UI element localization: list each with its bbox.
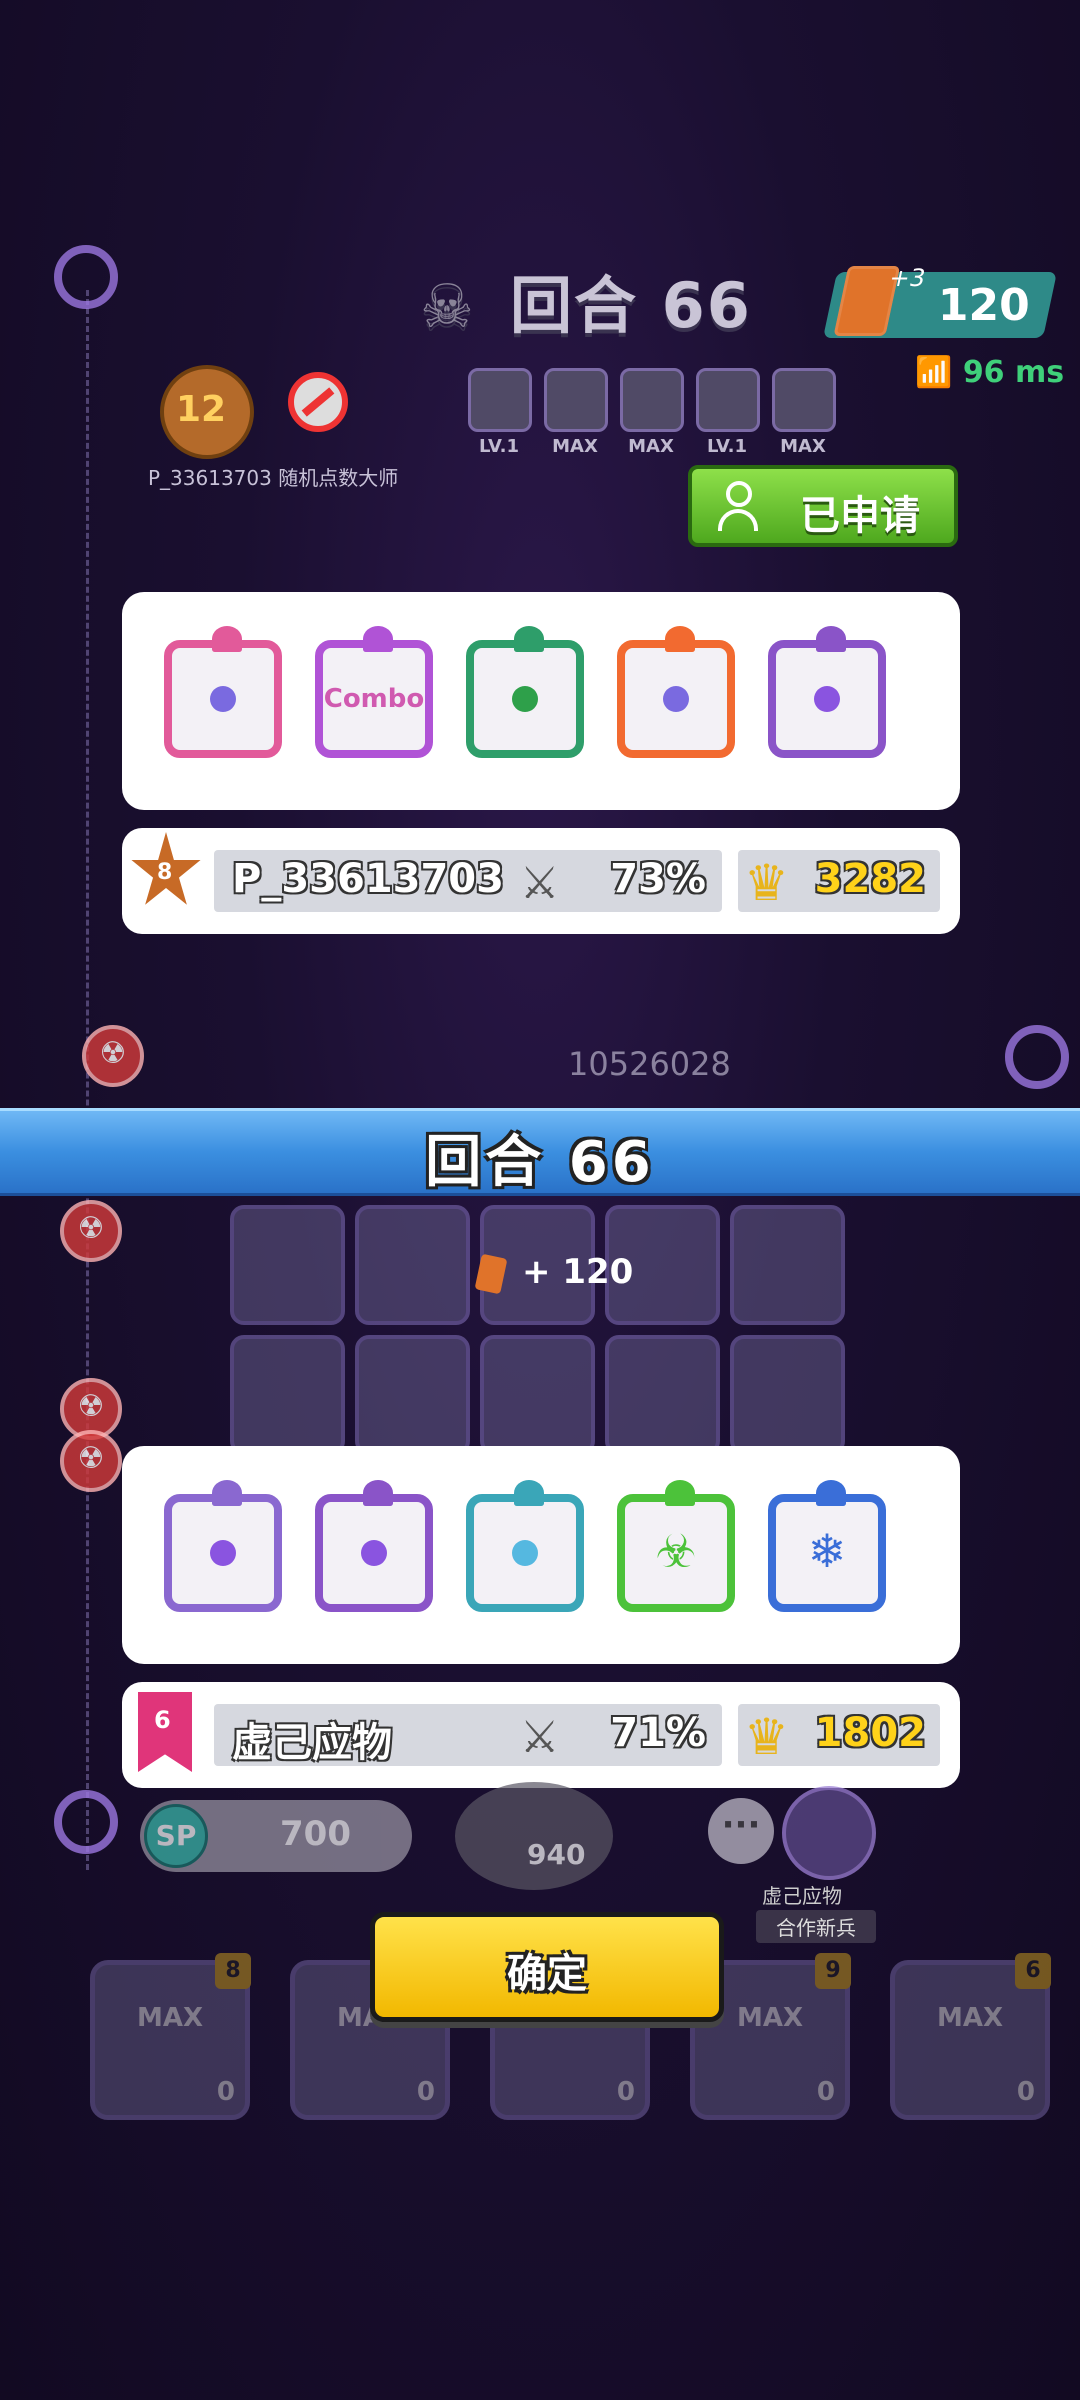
portal-icon	[54, 245, 118, 309]
purple-triangle-die	[315, 1480, 433, 1612]
coop-handshake-icon[interactable]	[782, 1786, 876, 1880]
opponent-rank-badge: 12	[160, 365, 254, 459]
slot-badge: 8	[215, 1953, 251, 1989]
friend-request-button[interactable]: 已申请	[688, 465, 958, 547]
hazard-icon: ☢	[60, 1200, 122, 1262]
combo-rainbow-die	[164, 626, 282, 758]
gold-crown-icon: ♛	[744, 1708, 789, 1766]
deck-slot[interactable]: MAX 0 8	[90, 1953, 251, 2120]
biohazard-die: ☣	[617, 1480, 735, 1612]
deck-slot[interactable]: MAX 0 6	[890, 1953, 1051, 2120]
die-pip	[814, 686, 840, 712]
opponent-info-bar: 8 P_33613703 ⚔ 73% ♛ 3282	[122, 828, 960, 934]
slot-level: MAX	[936, 2003, 1004, 2033]
card-gain: + 120	[474, 1252, 633, 1294]
gold-field: ♛ 1802	[738, 1704, 940, 1766]
wifi-icon: 📶	[915, 355, 953, 390]
more-button[interactable]: ···	[708, 1798, 774, 1864]
snowflake-die: ❄	[768, 1480, 886, 1612]
die-pip	[663, 686, 689, 712]
combo-die: Combo	[315, 626, 433, 758]
wind-swirl-die	[466, 1480, 584, 1612]
slot-count: 0	[1016, 2077, 1035, 2107]
die-crest-icon	[816, 1480, 846, 1506]
portal-icon	[54, 1790, 118, 1854]
opponent-deck-panel: Combo	[122, 592, 960, 810]
gold-field: ♛ 3282	[738, 850, 940, 912]
slot-count: 0	[416, 2077, 435, 2107]
die-pip	[512, 686, 538, 712]
ping-indicator: 📶 96 ms	[915, 355, 1065, 390]
die-crest-icon	[665, 626, 695, 652]
slot-badge: 6	[1015, 1953, 1051, 1989]
die-pip	[210, 686, 236, 712]
mini-die: LV.1	[468, 368, 532, 457]
die-crest-icon	[816, 626, 846, 652]
card-counter: +3 120	[822, 264, 1058, 338]
slot-count: 0	[616, 2077, 635, 2107]
confirm-button[interactable]: 确定	[370, 1912, 724, 2022]
portal-icon	[1005, 1025, 1069, 1089]
mini-die: MAX	[620, 368, 684, 457]
crit-field: ⚔ 73%	[512, 850, 722, 912]
boss-hp: 10526028	[568, 1045, 731, 1083]
die-crest-icon	[665, 1480, 695, 1506]
round-counter: ☠ 回合 66	[420, 269, 752, 342]
die-pip	[512, 1540, 538, 1566]
block-icon[interactable]	[288, 372, 348, 432]
die-pip	[361, 1540, 387, 1566]
hazard-icon: ☢	[60, 1430, 122, 1492]
die-pip	[210, 1540, 236, 1566]
purple-wheel-die	[164, 1480, 282, 1612]
coop-name: 虚己应物	[762, 1884, 842, 1908]
die-symbol: ❄	[807, 1524, 847, 1578]
hazard-icon: ☢	[82, 1025, 144, 1087]
board-grid	[230, 1205, 845, 1455]
mini-die: LV.1	[696, 368, 760, 457]
opponent-name: P_33613703 随机点数大师	[148, 466, 399, 490]
green-spiral-die	[466, 626, 584, 758]
swords-icon: ⚔	[520, 1712, 560, 1763]
slot-count: 0	[216, 2077, 235, 2107]
die-crest-icon	[363, 1480, 393, 1506]
card-icon	[474, 1253, 508, 1294]
coop-tag: 合作新兵	[756, 1910, 876, 1943]
slot-level: MAX	[136, 2003, 204, 2033]
player-deck-panel: ☣ ❄	[122, 1446, 960, 1664]
add-friend-icon	[714, 481, 764, 533]
die-crest-icon	[363, 626, 393, 652]
die-symbol: ☣	[655, 1524, 697, 1578]
opponent-mini-deck: LV.1 MAX MAX LV.1 MAX	[468, 368, 836, 457]
die-label: Combo	[323, 684, 425, 714]
die-crest-icon	[212, 1480, 242, 1506]
die-crest-icon	[212, 626, 242, 652]
sp-bar: SP 700	[140, 1800, 412, 1872]
rainbow-die	[617, 626, 735, 758]
mini-die: MAX	[772, 368, 836, 457]
crit-field: ⚔ 71%	[512, 1704, 722, 1766]
swords-icon: ⚔	[520, 858, 560, 909]
gold-crown-icon: ♛	[744, 854, 789, 912]
boss-skull-icon: ☠	[420, 272, 476, 342]
die-crest-icon	[514, 1480, 544, 1506]
round-banner: 回合 66	[0, 1108, 1080, 1196]
path-line	[86, 290, 89, 1870]
purple-triangle-die	[768, 626, 886, 758]
summon-button[interactable]: 940	[455, 1782, 613, 1890]
rank-star-icon: 8	[131, 832, 201, 905]
die-crest-icon	[514, 626, 544, 652]
mini-die: MAX	[544, 368, 608, 457]
slot-count: 0	[816, 2077, 835, 2107]
player-info-bar: 6 虚己应物 ⚔ 71% ♛ 1802	[122, 1682, 960, 1788]
rank-ribbon-icon: 6	[138, 1692, 192, 1772]
slot-badge: 9	[815, 1953, 851, 1989]
